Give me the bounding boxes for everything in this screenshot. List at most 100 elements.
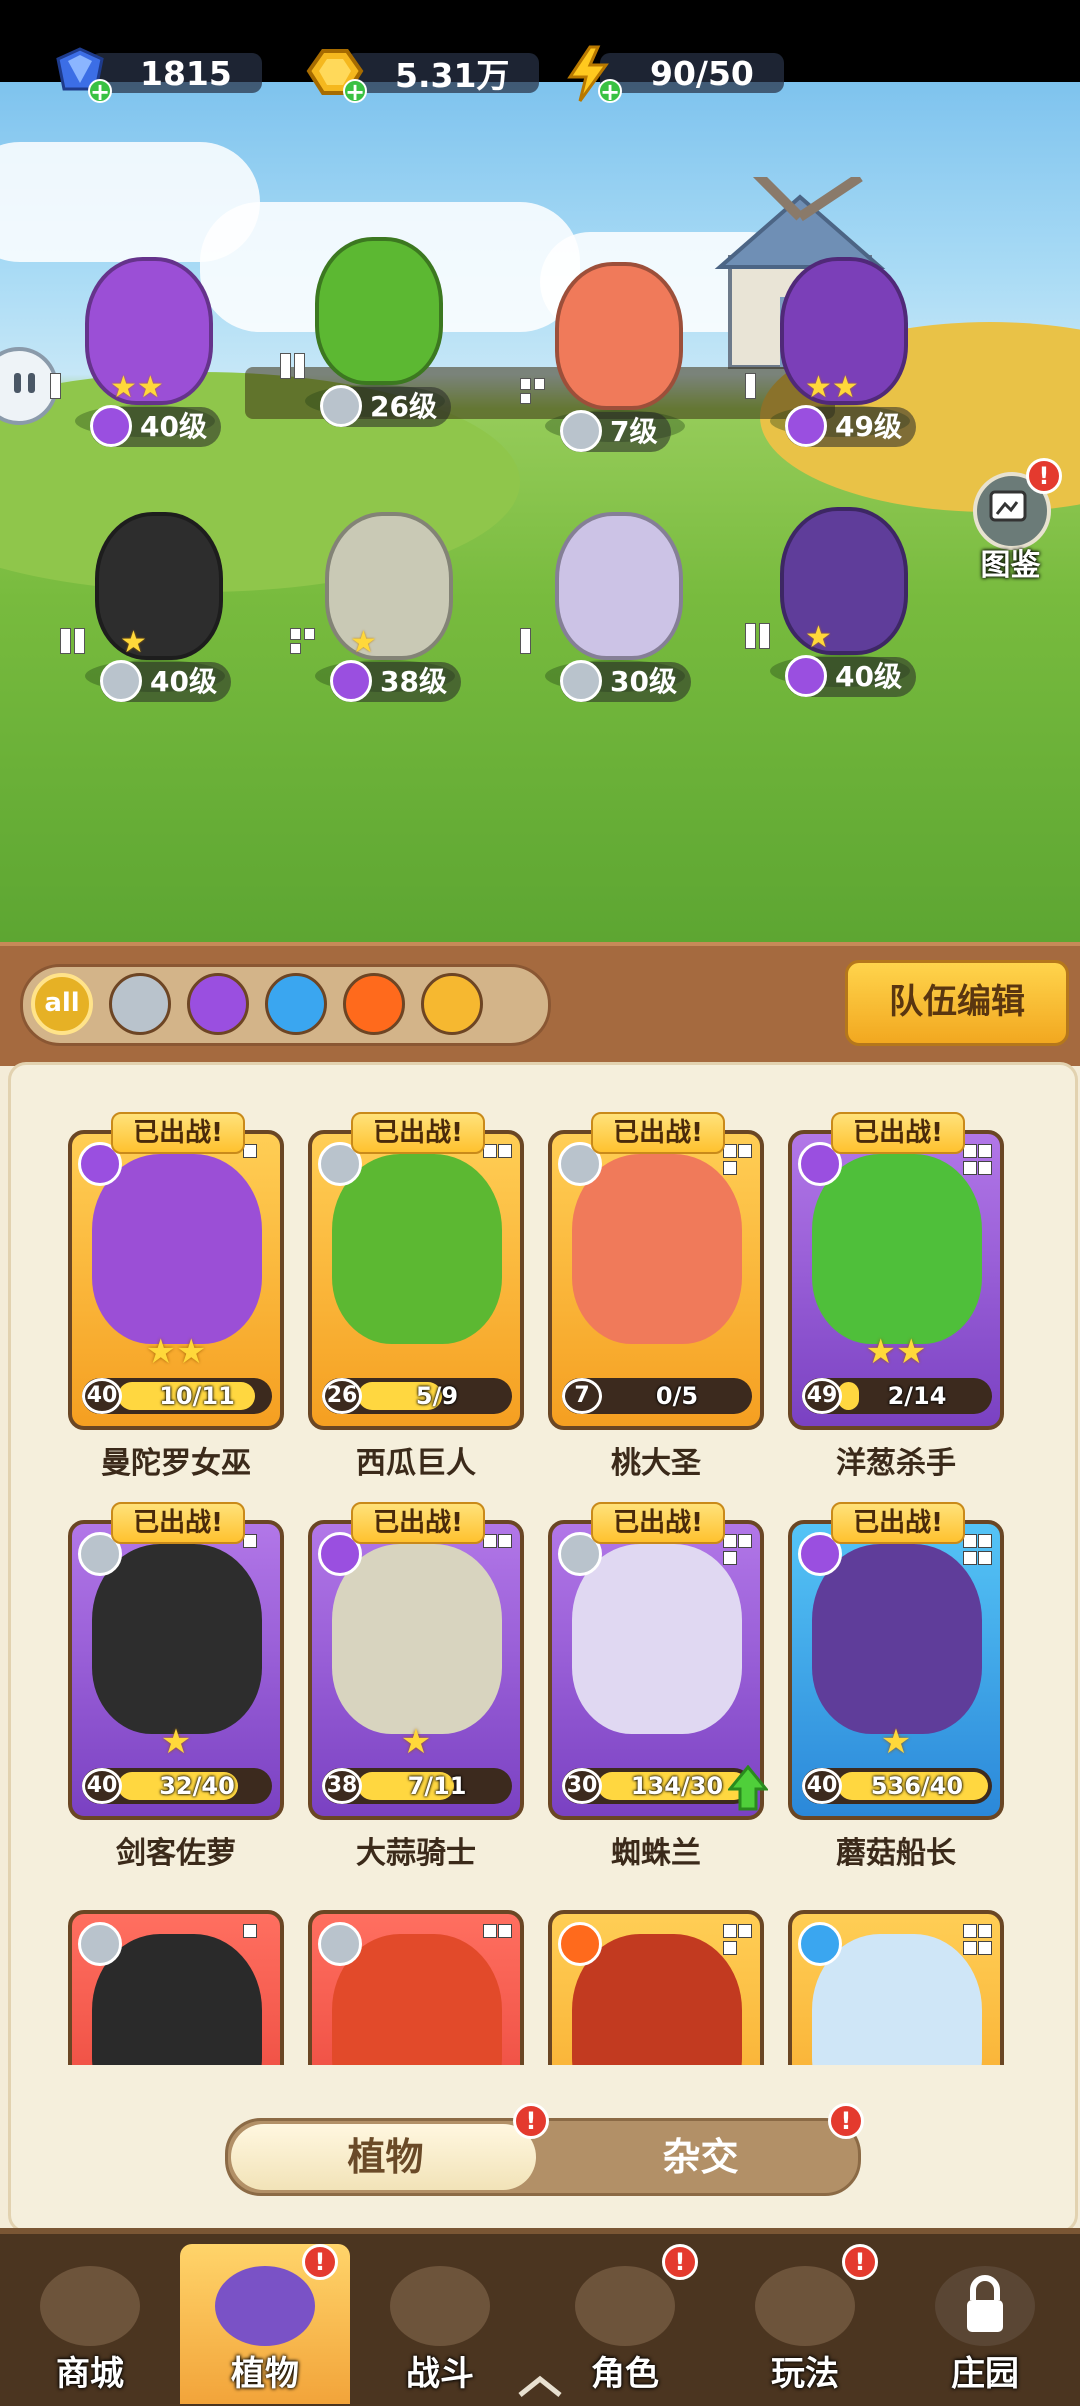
filter-all-label: all bbox=[44, 988, 80, 1018]
sword-icon bbox=[320, 385, 362, 427]
team-unit[interactable]: ★★ 49级 bbox=[745, 247, 925, 447]
deployed-badge: 已出战! bbox=[831, 1502, 965, 1544]
plant-name: 西瓜巨人 bbox=[356, 1446, 476, 1481]
add-coins-icon[interactable]: + bbox=[343, 79, 367, 104]
alert-badge: ! bbox=[513, 2103, 549, 2139]
deployed-badge: 已出战! bbox=[831, 1112, 965, 1154]
unit-stars: ★ bbox=[120, 625, 147, 660]
shop-icon bbox=[40, 2266, 140, 2346]
unit-level: 26级 bbox=[320, 385, 451, 427]
unit-sprite bbox=[325, 512, 453, 660]
plant-card[interactable]: 26 5/9 bbox=[308, 1130, 524, 1430]
team-unit[interactable]: ★ 40级 bbox=[60, 502, 240, 702]
poison-icon bbox=[90, 405, 132, 447]
unit-stars: ★ bbox=[805, 620, 832, 655]
card-progress-text: 0/5 bbox=[655, 1382, 699, 1410]
plant-card[interactable]: 7 0/5 bbox=[548, 1130, 764, 1430]
filter-all[interactable]: all bbox=[31, 973, 93, 1035]
unit-sprite bbox=[95, 512, 223, 660]
position-grid-icon bbox=[483, 1924, 512, 1938]
plant-name: 蜘蛛兰 bbox=[611, 1836, 701, 1871]
team-unit[interactable]: 26级 bbox=[280, 227, 460, 427]
sword-icon[interactable] bbox=[109, 973, 171, 1035]
plant-type-toggle[interactable]: 植物 杂交 ! ! bbox=[225, 2103, 864, 2196]
sword-icon bbox=[78, 1922, 122, 1966]
position-grid-icon bbox=[963, 1534, 992, 1565]
sword-icon bbox=[100, 660, 142, 702]
card-level: 7 bbox=[562, 1378, 602, 1414]
level-progress-bar: 38 7/11 bbox=[322, 1768, 512, 1804]
position-grid-icon bbox=[60, 628, 86, 654]
plant-portrait bbox=[332, 1544, 502, 1734]
tab-hybrid[interactable]: 杂交 bbox=[543, 2121, 858, 2193]
plant-card[interactable]: ★ 40 32/40 bbox=[68, 1520, 284, 1820]
card-progress-text: 32/40 bbox=[159, 1772, 235, 1800]
unit-level: 40级 bbox=[100, 660, 231, 702]
tab-plants[interactable]: 植物 bbox=[228, 2121, 543, 2193]
plant-card[interactable] bbox=[68, 1910, 284, 2065]
position-grid-icon bbox=[963, 1924, 992, 1955]
lightning-icon: + bbox=[560, 45, 622, 104]
card-level: 40 bbox=[802, 1768, 842, 1804]
alert-badge: ! bbox=[828, 2103, 864, 2139]
plant-card[interactable] bbox=[788, 1910, 1004, 2065]
alert-badge: ! bbox=[662, 2244, 698, 2280]
poison-icon[interactable] bbox=[187, 973, 249, 1035]
team-unit[interactable]: ★ 40级 bbox=[745, 497, 925, 697]
alert-badge: ! bbox=[842, 2244, 878, 2280]
plant-card[interactable] bbox=[308, 1910, 524, 2065]
fire-icon[interactable] bbox=[343, 973, 405, 1035]
plant-portrait bbox=[332, 1154, 502, 1344]
card-stars: ★ bbox=[400, 1722, 432, 1762]
coin-amount: 5.31万 bbox=[345, 53, 540, 95]
team-edit-button[interactable]: 队伍编辑 bbox=[845, 960, 1069, 1046]
unit-stars: ★ bbox=[350, 625, 377, 660]
plant-card[interactable]: ★★ 49 2/14 bbox=[788, 1130, 1004, 1430]
level-progress-bar: 30 134/30 bbox=[562, 1768, 752, 1804]
position-grid-icon bbox=[50, 373, 76, 399]
deployed-badge: 已出战! bbox=[111, 1112, 245, 1154]
card-progress-text: 5/9 bbox=[415, 1382, 459, 1410]
unit-level-text: 40级 bbox=[835, 660, 902, 693]
team-unit[interactable]: ★★ 40级 bbox=[50, 247, 230, 447]
position-grid-icon bbox=[280, 353, 306, 379]
card-stars: ★ bbox=[880, 1722, 912, 1762]
position-grid-icon bbox=[243, 1144, 270, 1158]
lightning-icon[interactable] bbox=[421, 973, 483, 1035]
unit-level: 49级 bbox=[785, 405, 916, 447]
lock-icon bbox=[935, 2266, 1035, 2346]
plant-card[interactable]: ★★ 40 10/11 bbox=[68, 1130, 284, 1430]
unit-stars: ★★ bbox=[110, 370, 164, 405]
position-grid-icon bbox=[520, 378, 546, 404]
plant-card[interactable]: ★ 38 7/11 bbox=[308, 1520, 524, 1820]
poison-icon bbox=[330, 660, 372, 702]
plant-name: 剑客佐萝 bbox=[116, 1836, 236, 1871]
encyclopedia-button[interactable]: ! 图鉴 bbox=[968, 458, 1062, 583]
sword-icon bbox=[560, 410, 602, 452]
unit-level: 40级 bbox=[90, 405, 221, 447]
plant-card[interactable] bbox=[548, 1910, 764, 2065]
position-grid-icon bbox=[483, 1534, 512, 1548]
plant-portrait bbox=[812, 1544, 982, 1734]
water-icon[interactable] bbox=[265, 973, 327, 1035]
team-unit[interactable]: 7级 bbox=[520, 252, 700, 452]
add-gems-icon[interactable]: + bbox=[88, 79, 112, 104]
plant-name: 洋葱杀手 bbox=[836, 1446, 956, 1481]
position-grid-icon bbox=[723, 1144, 752, 1175]
character-icon bbox=[575, 2266, 675, 2346]
filter-bar: all 队伍编辑 bbox=[0, 942, 1080, 1066]
energy-amount: 90/50 bbox=[600, 53, 784, 93]
unit-level-text: 38级 bbox=[380, 665, 447, 698]
team-unit[interactable]: 30级 bbox=[520, 502, 700, 702]
card-stars: ★★ bbox=[865, 1332, 927, 1372]
plant-portrait bbox=[92, 1154, 262, 1344]
position-grid-icon bbox=[290, 628, 316, 654]
add-energy-icon[interactable]: + bbox=[598, 79, 622, 104]
plant-card[interactable]: ★ 40 536/40 bbox=[788, 1520, 1004, 1820]
team-unit[interactable]: ★ 38级 bbox=[290, 502, 470, 702]
unit-level-text: 40级 bbox=[140, 410, 207, 443]
unit-level: 38级 bbox=[330, 660, 461, 702]
water-icon bbox=[798, 1922, 842, 1966]
card-progress-text: 10/11 bbox=[159, 1382, 235, 1410]
gameplay-icon bbox=[755, 2266, 855, 2346]
